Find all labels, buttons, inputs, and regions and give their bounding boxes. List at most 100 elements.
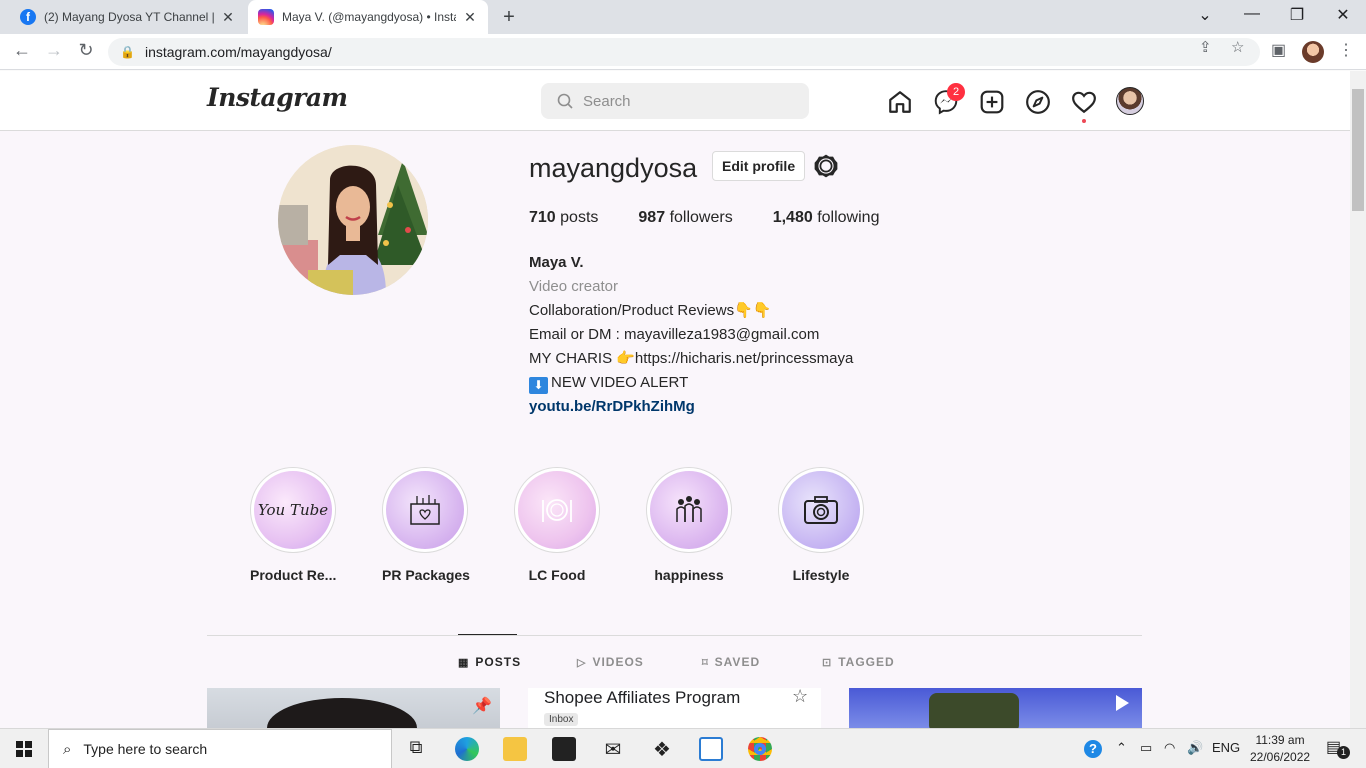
activity-heart-icon[interactable] — [1071, 89, 1097, 115]
close-icon[interactable]: ✕ — [220, 9, 236, 26]
side-panel-icon[interactable]: ▣ — [1271, 40, 1286, 60]
profile-avatar-nav[interactable] — [1116, 87, 1144, 115]
document-icon[interactable] — [699, 737, 723, 761]
highlight-pr-packages[interactable]: PR Packages — [382, 467, 470, 583]
profile-bio: Maya V. Video creator Collaboration/Prod… — [529, 251, 853, 419]
tab-videos[interactable]: ▷ VIDEOS — [577, 655, 644, 669]
pin-icon: 📌 — [472, 698, 492, 715]
address-bar[interactable]: 🔒 instagram.com/mayangdyosa/ — [108, 38, 1260, 66]
highlight-ring — [514, 467, 600, 553]
tagged-user-icon: ⊡ — [822, 656, 833, 669]
stat-posts[interactable]: 710 posts — [529, 209, 598, 227]
bookmark-star-icon[interactable]: ☆ — [1231, 38, 1244, 56]
post-caption: Shopee Affiliates Program — [544, 688, 741, 707]
tab-title: Maya V. (@mayangdyosa) • Insta — [282, 10, 456, 24]
scrollbar-thumb[interactable] — [1352, 89, 1364, 211]
search-box[interactable] — [541, 83, 809, 119]
taskbar-search[interactable]: ⌕ Type here to search — [48, 729, 392, 768]
menu-kebab-icon[interactable]: ⋮ — [1338, 40, 1354, 60]
highlight-lifestyle[interactable]: Lifestyle — [778, 467, 864, 583]
share-icon[interactable]: ⇪ — [1199, 38, 1212, 56]
bio-link[interactable]: youtu.be/RrDPkhZihMg — [529, 395, 853, 419]
close-window-button[interactable]: ✕ — [1331, 5, 1355, 25]
post-thumbnail[interactable]: Shopee Affiliates Program Inbox ☆ — [528, 688, 821, 728]
clock[interactable]: 11:39 am 22/06/2022 — [1250, 732, 1310, 766]
explore-compass-icon[interactable] — [1025, 89, 1051, 115]
bio-line: Email or DM : mayavilleza1983@gmail.com — [529, 326, 820, 343]
minimize-button[interactable]: — — [1240, 5, 1264, 23]
tab-posts[interactable]: ▦ POSTS — [458, 655, 521, 669]
mail-icon[interactable]: ✉ — [601, 737, 625, 761]
file-explorer-icon[interactable] — [503, 737, 527, 761]
notifications-count: 1 — [1337, 746, 1350, 759]
stat-count: 710 — [529, 209, 556, 226]
tab-label: VIDEOS — [592, 655, 644, 669]
bookmark-icon: ⌑ — [702, 656, 709, 669]
tab-search-chevron-icon[interactable]: ⌄ — [1193, 5, 1217, 25]
browser-tab-facebook[interactable]: f (2) Mayang Dyosa YT Channel | F ✕ — [10, 0, 246, 34]
gift-box-icon — [386, 471, 464, 549]
instagram-icon — [258, 9, 274, 25]
windows-start-icon[interactable] — [16, 741, 32, 757]
settings-gear-icon[interactable] — [813, 153, 839, 179]
browser-toolbar: ← → ↻ 🔒 instagram.com/mayangdyosa/ ⇪ ☆ ▣… — [0, 34, 1366, 70]
volume-icon[interactable]: 🔊 — [1187, 740, 1203, 756]
tab-tagged[interactable]: ⊡ TAGGED — [822, 655, 895, 669]
tabs-divider — [207, 635, 1142, 636]
new-post-icon[interactable] — [979, 89, 1005, 115]
help-icon[interactable]: ? — [1084, 740, 1102, 758]
highlight-lc-food[interactable]: LC Food — [514, 467, 600, 583]
youtube-script-icon: You Tube — [254, 471, 332, 549]
task-view-icon[interactable]: ⧉ — [404, 737, 428, 761]
browser-tab-strip: f (2) Mayang Dyosa YT Channel | F ✕ Maya… — [0, 0, 1366, 34]
tab-label: SAVED — [714, 655, 761, 669]
stat-count: 987 — [638, 209, 666, 226]
back-button[interactable]: ← — [10, 40, 34, 61]
highlight-happiness[interactable]: happiness — [646, 467, 732, 583]
camera-icon — [782, 471, 860, 549]
reload-button[interactable]: ↻ — [74, 40, 98, 61]
down-arrow-icon: ⬇ — [529, 377, 548, 394]
search-icon: ⌕ — [63, 740, 72, 758]
battery-icon[interactable]: ▭ — [1140, 740, 1152, 756]
profile-picture[interactable] — [278, 145, 428, 295]
instagram-logo[interactable]: Instagram — [207, 83, 348, 112]
search-input[interactable] — [583, 92, 803, 110]
restore-button[interactable]: ❐ — [1285, 5, 1309, 25]
wifi-icon[interactable]: ◠ — [1164, 740, 1175, 756]
browser-profile-avatar[interactable] — [1302, 41, 1324, 63]
grid-icon: ▦ — [458, 656, 470, 669]
chevron-up-icon[interactable]: ⌃ — [1116, 740, 1127, 756]
bio-line: NEW VIDEO ALERT — [551, 374, 689, 391]
profile-stats: 710 posts 987 followers 1,480 following — [529, 209, 919, 227]
language-indicator[interactable]: ENG — [1212, 740, 1240, 755]
reel-play-icon — [1116, 695, 1129, 711]
stat-label: following — [817, 209, 880, 226]
store-icon[interactable] — [552, 737, 576, 761]
dropbox-icon[interactable]: ❖ — [650, 737, 674, 761]
post-thumbnail[interactable] — [849, 688, 1142, 728]
stat-label: followers — [669, 209, 733, 226]
clock-date: 22/06/2022 — [1250, 750, 1311, 764]
highlight-product-reviews[interactable]: You Tube Product Re... — [250, 467, 336, 583]
new-tab-button[interactable]: + — [498, 6, 520, 29]
bio-name: Maya V. — [529, 254, 584, 271]
browser-tab-instagram[interactable]: Maya V. (@mayangdyosa) • Insta ✕ — [248, 0, 488, 34]
tab-saved[interactable]: ⌑ SAVED — [702, 655, 760, 669]
close-icon[interactable]: ✕ — [462, 9, 478, 26]
forward-button[interactable]: → — [42, 40, 66, 61]
url-text: instagram.com/mayangdyosa/ — [144, 44, 332, 60]
stat-followers[interactable]: 987 followers — [638, 209, 732, 227]
chrome-icon[interactable] — [748, 737, 772, 761]
stat-following[interactable]: 1,480 following — [773, 209, 880, 227]
post-thumbnail[interactable]: 📌 — [207, 688, 500, 728]
edit-profile-button[interactable]: Edit profile — [712, 151, 806, 181]
profile-photo — [278, 145, 428, 295]
edge-icon[interactable] — [455, 737, 479, 761]
plate-cutlery-icon — [518, 471, 596, 549]
highlight-label: Lifestyle — [792, 567, 850, 583]
tab-title: (2) Mayang Dyosa YT Channel | F — [44, 10, 214, 24]
active-tab-indicator — [458, 634, 517, 635]
instagram-header: Instagram 2 — [0, 71, 1350, 131]
home-icon[interactable] — [887, 89, 913, 115]
